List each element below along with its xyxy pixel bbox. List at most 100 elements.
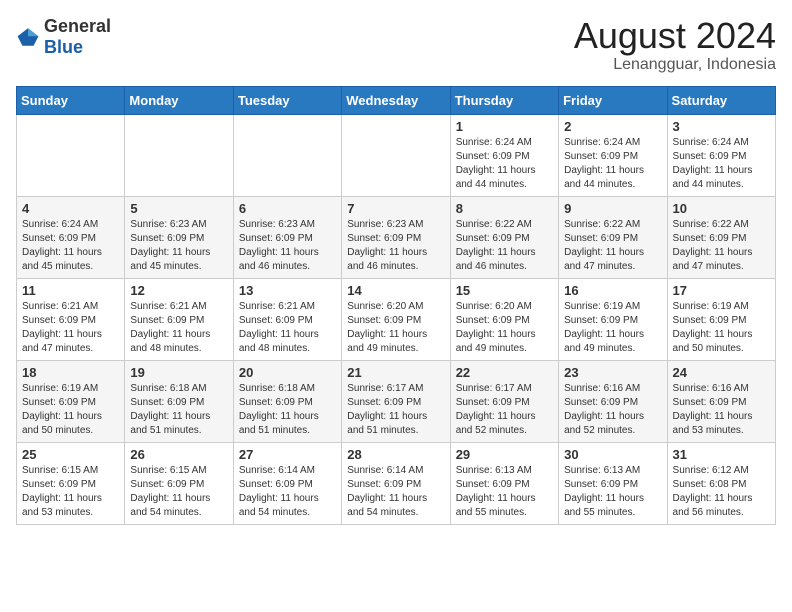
day-info: Sunrise: 6:24 AMSunset: 6:09 PMDaylight:… xyxy=(564,136,661,192)
calendar-cell xyxy=(233,114,341,196)
day-info: Sunrise: 6:23 AMSunset: 6:09 PMDaylight:… xyxy=(239,218,336,274)
calendar-cell: 25Sunrise: 6:15 AMSunset: 6:09 PMDayligh… xyxy=(17,442,125,524)
day-info: Sunrise: 6:12 AMSunset: 6:08 PMDaylight:… xyxy=(673,464,770,520)
daylight-hours: Daylight: 11 hours xyxy=(673,165,753,176)
calendar-week-1: 1 Sunrise: 6:24 AMSunset: 6:09 PMDaylight… xyxy=(17,114,776,196)
day-number: 26 xyxy=(130,447,227,462)
daylight-hours: Daylight: 11 hours xyxy=(239,411,319,422)
calendar-cell: 11Sunrise: 6:21 AMSunset: 6:09 PMDayligh… xyxy=(17,278,125,360)
calendar-cell: 31 Sunrise: 6:12 AMSunset: 6:08 PMDayligh… xyxy=(667,442,775,524)
day-number: 19 xyxy=(130,365,227,380)
day-number: 16 xyxy=(564,283,661,298)
day-number: 6 xyxy=(239,201,336,216)
calendar-week-4: 18Sunrise: 6:19 AMSunset: 6:09 PMDayligh… xyxy=(17,360,776,442)
day-number: 9 xyxy=(564,201,661,216)
calendar-week-5: 25Sunrise: 6:15 AMSunset: 6:09 PMDayligh… xyxy=(17,442,776,524)
day-info: Sunrise: 6:21 AMSunset: 6:09 PMDaylight:… xyxy=(239,300,336,356)
logo-general-text: General xyxy=(44,16,111,36)
daylight-hours: Daylight: 11 hours xyxy=(673,247,753,258)
day-number: 5 xyxy=(130,201,227,216)
daylight-hours: Daylight: 11 hours xyxy=(347,329,427,340)
daylight-hours: Daylight: 11 hours xyxy=(456,247,536,258)
month-title: August 2024 xyxy=(574,16,776,56)
calendar-cell: 28 Sunrise: 6:14 AMSunset: 6:09 PMDayligh… xyxy=(342,442,450,524)
daylight-hours: Daylight: 11 hours xyxy=(130,493,210,504)
weekday-header-sunday: Sunday xyxy=(17,86,125,114)
day-number: 1 xyxy=(456,119,553,134)
daylight-hours: Daylight: 11 hours xyxy=(239,493,319,504)
daylight-hours: Daylight: 11 hours xyxy=(22,411,102,422)
day-number: 7 xyxy=(347,201,444,216)
day-info: Sunrise: 6:15 AMSunset: 6:09 PMDaylight:… xyxy=(22,464,119,520)
day-info: Sunrise: 6:24 AMSunset: 6:09 PMDaylight:… xyxy=(673,136,770,192)
calendar-cell xyxy=(125,114,233,196)
calendar-cell xyxy=(342,114,450,196)
daylight-hours: Daylight: 11 hours xyxy=(239,247,319,258)
calendar-cell: 12 Sunrise: 6:21 AMSunset: 6:09 PMDayligh… xyxy=(125,278,233,360)
calendar-cell: 15 Sunrise: 6:20 AMSunset: 6:09 PMDayligh… xyxy=(450,278,558,360)
weekday-header-monday: Monday xyxy=(125,86,233,114)
day-info: Sunrise: 6:14 AMSunset: 6:09 PMDaylight:… xyxy=(239,464,336,520)
daylight-hours: Daylight: 11 hours xyxy=(22,329,102,340)
day-number: 17 xyxy=(673,283,770,298)
day-info: Sunrise: 6:21 AMSunset: 6:09 PMDaylight:… xyxy=(22,300,119,356)
calendar-cell: 17Sunrise: 6:19 AMSunset: 6:09 PMDayligh… xyxy=(667,278,775,360)
day-info: Sunrise: 6:17 AMSunset: 6:09 PMDaylight:… xyxy=(456,382,553,438)
calendar-cell: 8Sunrise: 6:22 AMSunset: 6:09 PMDaylight… xyxy=(450,196,558,278)
page-header: General Blue August 2024 Lenangguar, Ind… xyxy=(16,16,776,74)
day-info: Sunrise: 6:21 AMSunset: 6:09 PMDaylight:… xyxy=(130,300,227,356)
day-info: Sunrise: 6:16 AMSunset: 6:09 PMDaylight:… xyxy=(673,382,770,438)
calendar-cell: 2 Sunrise: 6:24 AMSunset: 6:09 PMDaylight… xyxy=(559,114,667,196)
day-number: 22 xyxy=(456,365,553,380)
daylight-hours: Daylight: 11 hours xyxy=(22,247,102,258)
calendar-cell: 1 Sunrise: 6:24 AMSunset: 6:09 PMDaylight… xyxy=(450,114,558,196)
day-number: 29 xyxy=(456,447,553,462)
day-info: Sunrise: 6:20 AMSunset: 6:09 PMDaylight:… xyxy=(456,300,553,356)
day-number: 28 xyxy=(347,447,444,462)
daylight-hours: Daylight: 11 hours xyxy=(564,329,644,340)
daylight-hours: Daylight: 11 hours xyxy=(456,493,536,504)
day-info: Sunrise: 6:18 AMSunset: 6:09 PMDaylight:… xyxy=(239,382,336,438)
daylight-hours: Daylight: 11 hours xyxy=(239,329,319,340)
calendar-cell: 22 Sunrise: 6:17 AMSunset: 6:09 PMDayligh… xyxy=(450,360,558,442)
daylight-hours: Daylight: 11 hours xyxy=(130,329,210,340)
day-info: Sunrise: 6:14 AMSunset: 6:09 PMDaylight:… xyxy=(347,464,444,520)
day-info: Sunrise: 6:18 AMSunset: 6:09 PMDaylight:… xyxy=(130,382,227,438)
calendar-cell: 24Sunrise: 6:16 AMSunset: 6:09 PMDayligh… xyxy=(667,360,775,442)
calendar-cell: 6 Sunrise: 6:23 AMSunset: 6:09 PMDaylight… xyxy=(233,196,341,278)
weekday-header-saturday: Saturday xyxy=(667,86,775,114)
day-info: Sunrise: 6:24 AMSunset: 6:09 PMDaylight:… xyxy=(456,136,553,192)
day-number: 3 xyxy=(673,119,770,134)
day-info: Sunrise: 6:17 AMSunset: 6:09 PMDaylight:… xyxy=(347,382,444,438)
weekday-header-row: SundayMondayTuesdayWednesdayThursdayFrid… xyxy=(17,86,776,114)
calendar-week-3: 11Sunrise: 6:21 AMSunset: 6:09 PMDayligh… xyxy=(17,278,776,360)
calendar-cell: 7 Sunrise: 6:23 AMSunset: 6:09 PMDaylight… xyxy=(342,196,450,278)
logo: General Blue xyxy=(16,16,111,58)
day-number: 18 xyxy=(22,365,119,380)
daylight-hours: Daylight: 11 hours xyxy=(22,493,102,504)
logo-blue-text: Blue xyxy=(44,37,83,57)
day-info: Sunrise: 6:13 AMSunset: 6:09 PMDaylight:… xyxy=(564,464,661,520)
weekday-header-tuesday: Tuesday xyxy=(233,86,341,114)
title-block: August 2024 Lenangguar, Indonesia xyxy=(574,16,776,74)
day-info: Sunrise: 6:23 AMSunset: 6:09 PMDaylight:… xyxy=(347,218,444,274)
calendar-cell: 9 Sunrise: 6:22 AMSunset: 6:09 PMDaylight… xyxy=(559,196,667,278)
day-info: Sunrise: 6:22 AMSunset: 6:09 PMDaylight:… xyxy=(456,218,553,274)
day-info: Sunrise: 6:22 AMSunset: 6:09 PMDaylight:… xyxy=(564,218,661,274)
calendar-cell: 21Sunrise: 6:17 AMSunset: 6:09 PMDayligh… xyxy=(342,360,450,442)
daylight-hours: Daylight: 11 hours xyxy=(456,411,536,422)
day-info: Sunrise: 6:20 AMSunset: 6:09 PMDaylight:… xyxy=(347,300,444,356)
day-number: 31 xyxy=(673,447,770,462)
daylight-hours: Daylight: 11 hours xyxy=(673,411,753,422)
day-number: 23 xyxy=(564,365,661,380)
logo-icon xyxy=(16,25,40,49)
day-number: 15 xyxy=(456,283,553,298)
weekday-header-thursday: Thursday xyxy=(450,86,558,114)
calendar-cell: 5Sunrise: 6:23 AMSunset: 6:09 PMDaylight… xyxy=(125,196,233,278)
weekday-header-wednesday: Wednesday xyxy=(342,86,450,114)
daylight-hours: Daylight: 11 hours xyxy=(130,411,210,422)
daylight-hours: Daylight: 11 hours xyxy=(347,411,427,422)
day-number: 12 xyxy=(130,283,227,298)
day-number: 2 xyxy=(564,119,661,134)
day-number: 13 xyxy=(239,283,336,298)
